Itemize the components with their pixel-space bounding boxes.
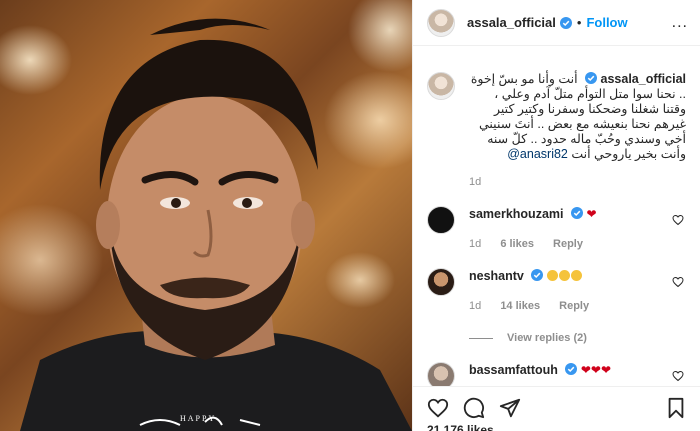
smiley-emoji-icon (546, 270, 558, 281)
reply-button[interactable]: Reply (553, 238, 583, 250)
commenter-username[interactable]: neshantv (469, 269, 524, 283)
smiley-emoji-icon (570, 270, 582, 281)
author-avatar[interactable] (427, 8, 455, 37)
comment-item: neshantv 1d 14 likes Reply (427, 268, 686, 312)
comment-item: samerkhouzami ❤ 1d 6 likes Reply (427, 206, 686, 250)
post-photo[interactable]: HAPPY (0, 0, 412, 431)
commenter-username[interactable]: samerkhouzami (469, 207, 563, 221)
share-icon[interactable] (499, 397, 521, 419)
caption-avatar[interactable] (427, 72, 455, 100)
heart-emoji-icon: ❤ (586, 207, 597, 221)
verified-badge-icon (570, 207, 583, 219)
comment-icon[interactable] (463, 397, 485, 419)
post-actions-bar: 21,176 likes (413, 386, 700, 431)
hearts-emoji-icon: ❤❤❤ (580, 363, 612, 377)
smiley-emoji-icon (558, 270, 570, 281)
verified-badge-icon (565, 363, 578, 375)
commenter-avatar[interactable] (427, 268, 455, 296)
comment-likes[interactable]: 14 likes (500, 300, 540, 312)
photo-overlay-text: HAPPY (180, 414, 217, 423)
caption-timestamp[interactable]: 1d (469, 176, 686, 188)
post-caption: assala_official أنت وأنا مو بسّ إخوة .. … (427, 46, 686, 188)
follow-button[interactable]: Follow (586, 15, 627, 30)
verified-badge-icon (531, 269, 544, 281)
likes-count[interactable]: 21,176 likes (427, 423, 686, 431)
comment-timestamp[interactable]: 1d (469, 238, 481, 250)
like-comment-icon[interactable] (672, 370, 684, 382)
more-options-icon[interactable]: ... (672, 14, 688, 32)
reply-button[interactable]: Reply (559, 300, 589, 312)
comments-list[interactable]: assala_official أنت وأنا مو بسّ إخوة .. … (413, 46, 700, 386)
post-details-panel: assala_official • Follow ... assala_offi… (412, 0, 700, 431)
post-header: assala_official • Follow ... (413, 0, 700, 46)
caption-mention[interactable]: @anasri82 (507, 147, 568, 161)
commenter-avatar[interactable] (427, 362, 455, 386)
verified-badge-icon (585, 72, 598, 84)
commenter-username[interactable]: bassamfattouh (469, 363, 558, 377)
commenter-avatar[interactable] (427, 206, 455, 234)
comment-timestamp[interactable]: 1d (469, 300, 481, 312)
like-comment-icon[interactable] (672, 214, 684, 226)
verified-badge-icon (559, 16, 572, 29)
view-replies-button[interactable]: View replies (2) (469, 332, 686, 344)
save-bookmark-icon[interactable] (666, 397, 686, 419)
caption-text-block: assala_official أنت وأنا مو بسّ إخوة .. … (469, 72, 686, 162)
portrait-illustration (20, 18, 412, 431)
comment-item: bassamfattouh ❤❤❤ (427, 362, 686, 386)
author-username[interactable]: assala_official (467, 15, 556, 30)
comment-likes[interactable]: 6 likes (500, 238, 534, 250)
caption-username[interactable]: assala_official (601, 72, 686, 86)
like-icon[interactable] (427, 397, 449, 419)
header-separator: • (576, 15, 582, 30)
like-comment-icon[interactable] (672, 276, 684, 288)
